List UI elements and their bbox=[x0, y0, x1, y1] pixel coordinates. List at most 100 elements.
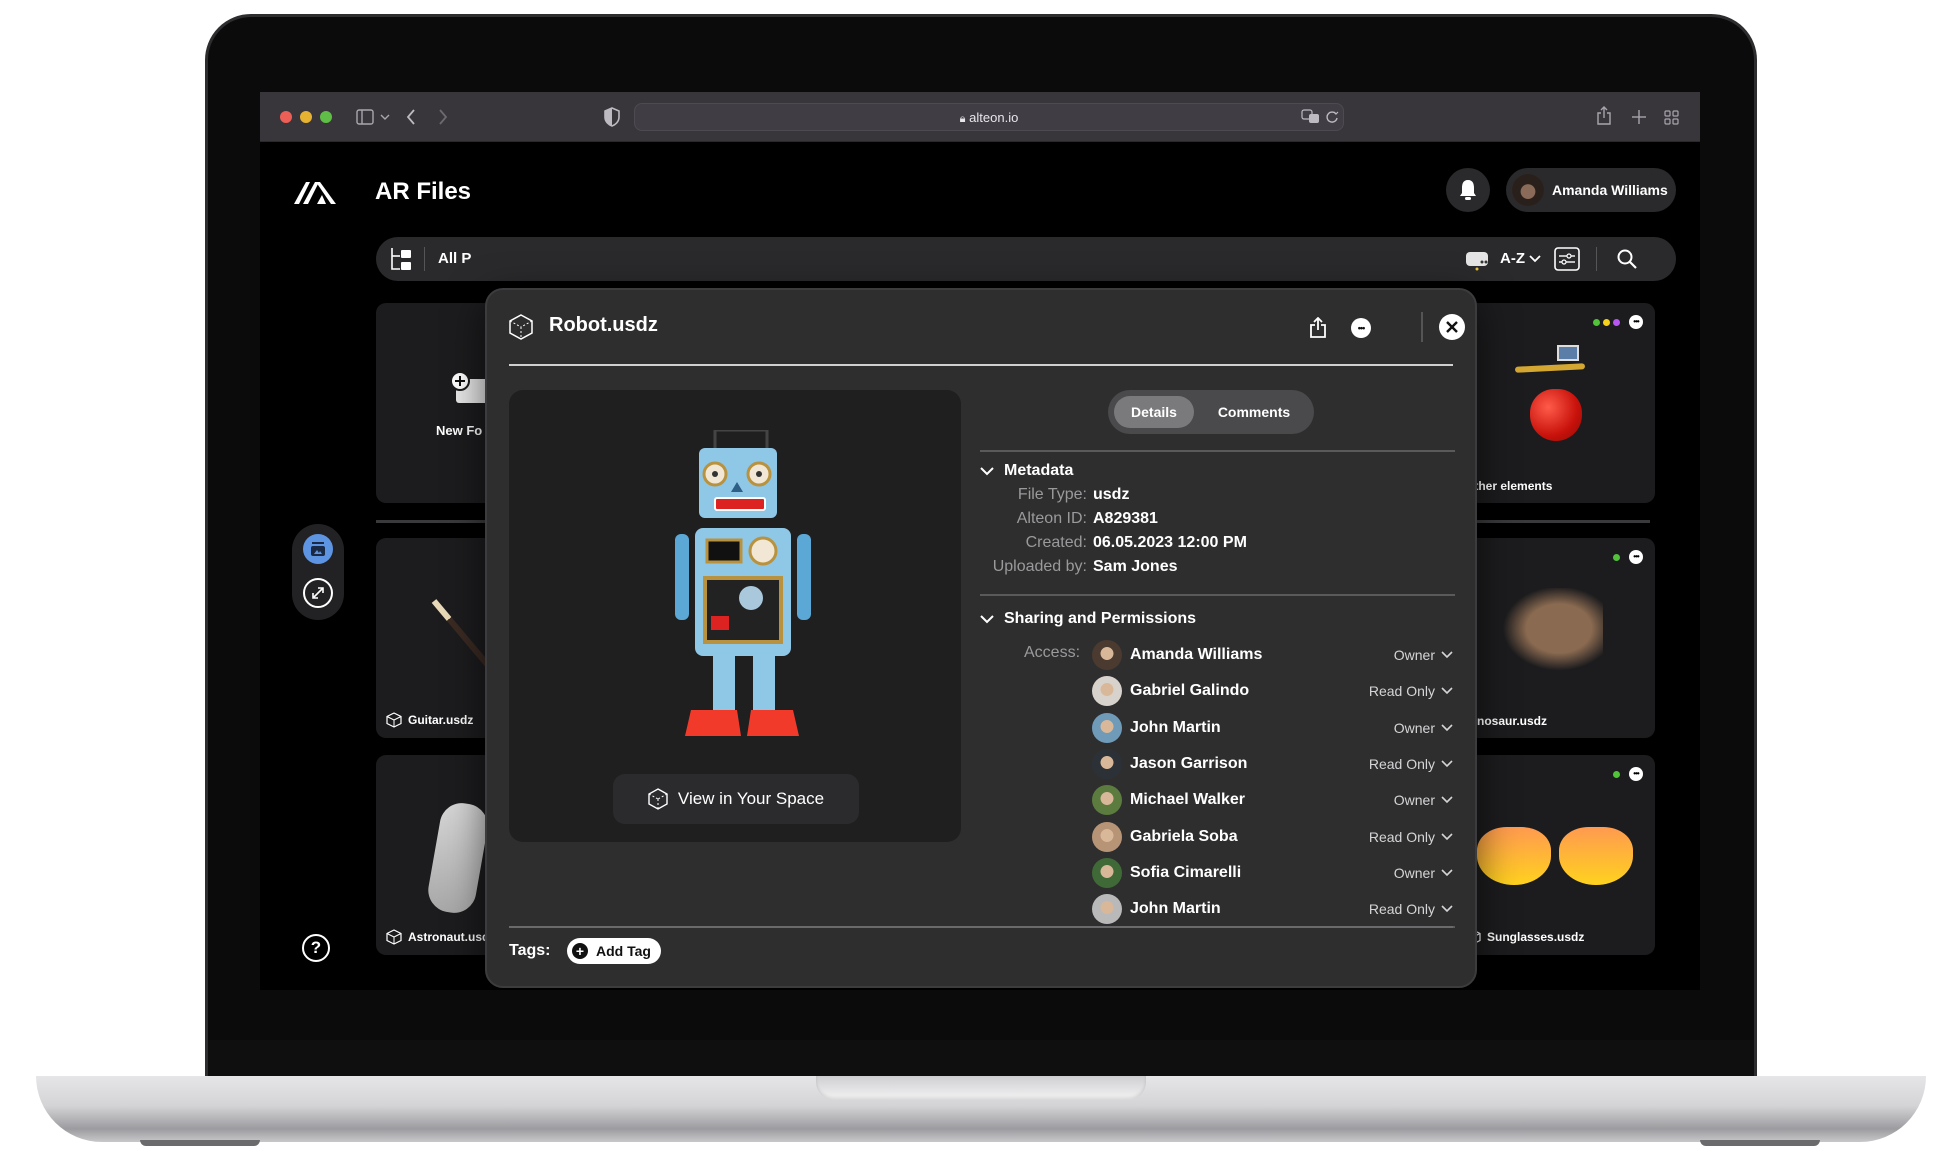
library-button[interactable] bbox=[303, 534, 333, 564]
status-dots: ••• bbox=[1593, 315, 1643, 329]
minimize-window-button[interactable] bbox=[300, 111, 312, 123]
file-card[interactable]: ••• Sunglasses.usdz bbox=[1455, 755, 1655, 955]
folder-tree-icon[interactable] bbox=[390, 247, 412, 271]
user-menu-button[interactable]: Amanda Williams bbox=[1506, 168, 1676, 212]
permission-label: Owner bbox=[1393, 647, 1435, 663]
drive-icon[interactable] bbox=[1464, 249, 1490, 271]
more-options-button[interactable]: ••• bbox=[1629, 550, 1643, 564]
notifications-button[interactable] bbox=[1446, 168, 1490, 212]
sunglasses-lens bbox=[1559, 827, 1633, 885]
chevron-down-icon[interactable] bbox=[380, 113, 390, 121]
sort-dropdown[interactable]: A-Z bbox=[1500, 250, 1541, 267]
shared-user-row: Michael Walker Owner bbox=[1092, 783, 1455, 817]
back-icon[interactable] bbox=[406, 108, 416, 126]
sharing-section-toggle[interactable]: Sharing and Permissions bbox=[980, 610, 1196, 628]
metadata-key: Alteon ID: bbox=[1016, 510, 1087, 527]
url-display[interactable]: 🔒︎ alteon.io bbox=[635, 110, 1343, 126]
view-in-space-label: View in Your Space bbox=[677, 789, 825, 808]
share-button[interactable] bbox=[1307, 316, 1329, 340]
shared-user-row: John Martin Owner bbox=[1092, 711, 1455, 745]
close-window-button[interactable] bbox=[280, 111, 292, 123]
more-options-button[interactable]: ••• bbox=[1629, 315, 1643, 329]
shared-user-row: Gabriel Galindo Read Only bbox=[1092, 674, 1455, 708]
permission-dropdown[interactable]: Read Only bbox=[1369, 829, 1453, 845]
permission-dropdown[interactable]: Owner bbox=[1394, 647, 1453, 663]
ellipsis-icon: ••• bbox=[1357, 323, 1366, 333]
apple-thumbnail bbox=[1530, 389, 1582, 441]
reload-icon[interactable] bbox=[1325, 110, 1339, 124]
sync-button[interactable] bbox=[303, 578, 333, 608]
modal-header: Robot.usdz ••• bbox=[509, 290, 1465, 366]
avatar bbox=[1092, 640, 1122, 670]
filter-settings-icon[interactable] bbox=[1554, 247, 1580, 271]
zoom-window-button[interactable] bbox=[320, 111, 332, 123]
permission-dropdown[interactable]: Owner bbox=[1394, 720, 1453, 736]
chevron-down-icon bbox=[1441, 832, 1453, 840]
model-preview[interactable]: View in Your Space bbox=[509, 390, 961, 842]
close-modal-button[interactable] bbox=[1439, 314, 1465, 340]
add-tag-button[interactable]: + Add Tag bbox=[567, 938, 661, 964]
tab-overview-icon[interactable] bbox=[1664, 110, 1679, 125]
avatar bbox=[1092, 712, 1122, 743]
forward-icon[interactable] bbox=[438, 108, 448, 126]
status-dot bbox=[1613, 770, 1620, 778]
tab-details[interactable]: Details bbox=[1114, 396, 1194, 428]
permission-dropdown[interactable]: Read Only bbox=[1369, 901, 1453, 917]
metadata-value: A829381 bbox=[1093, 510, 1158, 527]
share-icon[interactable] bbox=[1596, 106, 1612, 126]
library-icon bbox=[311, 542, 325, 556]
alteon-logo-icon[interactable] bbox=[294, 176, 338, 204]
status-dot bbox=[1613, 318, 1620, 326]
permission-dropdown[interactable]: Read Only bbox=[1369, 683, 1453, 699]
chevron-down-icon bbox=[1441, 905, 1453, 913]
file-card[interactable]: ••• Dinosaur.usdz bbox=[1455, 538, 1655, 738]
modal-title: Robot.usdz bbox=[549, 314, 658, 336]
chevron-down-icon bbox=[1441, 687, 1453, 695]
avatar bbox=[1092, 821, 1122, 852]
user-name: Amanda Williams bbox=[1130, 646, 1263, 663]
permission-label: Read Only bbox=[1368, 828, 1435, 845]
permission-dropdown[interactable]: Owner bbox=[1394, 865, 1453, 881]
avatar bbox=[1092, 785, 1122, 816]
page-title: AR Files bbox=[375, 178, 472, 205]
card-label: Dinosaur.usdz bbox=[1465, 714, 1548, 728]
help-button[interactable]: ? bbox=[302, 934, 330, 962]
metadata-key: File Type: bbox=[1017, 486, 1087, 503]
app-window: AR Files Amanda Williams All P A-Z ? New… bbox=[260, 142, 1700, 990]
chevron-down-icon bbox=[1529, 254, 1541, 262]
shared-user-row: Gabriela Soba Read Only bbox=[1092, 820, 1455, 854]
more-options-button[interactable]: ••• bbox=[1629, 767, 1643, 781]
new-tab-icon[interactable] bbox=[1632, 110, 1646, 124]
sidebar-icon[interactable] bbox=[356, 109, 374, 125]
metadata-key: Created: bbox=[1025, 534, 1087, 551]
new-folder-icon bbox=[450, 371, 488, 403]
metadata-value: 06.05.2023 12:00 PM bbox=[1093, 534, 1247, 551]
search-icon[interactable] bbox=[1616, 248, 1638, 270]
shield-icon[interactable] bbox=[604, 107, 620, 127]
permission-dropdown[interactable]: Owner bbox=[1394, 792, 1453, 808]
tab-comments[interactable]: Comments bbox=[1204, 396, 1304, 428]
folder-card[interactable]: ••• Other elements bbox=[1455, 303, 1655, 503]
chevron-down-icon bbox=[1441, 869, 1453, 876]
laptop-foot bbox=[1700, 1140, 1820, 1146]
address-bar[interactable]: 🔒︎ alteon.io bbox=[634, 103, 1344, 131]
user-name: Amanda Williams bbox=[1552, 182, 1668, 198]
shared-user-row: Sofia Cimarelli Owner bbox=[1092, 856, 1455, 890]
arrows-exchange-icon bbox=[312, 587, 324, 599]
translate-icon[interactable] bbox=[1301, 109, 1321, 125]
avatar bbox=[1512, 174, 1544, 206]
view-in-your-space-button[interactable]: View in Your Space bbox=[613, 774, 859, 824]
metadata-section-toggle[interactable]: Metadata bbox=[980, 462, 1073, 480]
astronaut-thumbnail bbox=[424, 799, 492, 917]
divider bbox=[980, 594, 1455, 596]
more-options-button[interactable]: ••• bbox=[1351, 318, 1371, 338]
permission-label: Owner bbox=[1393, 864, 1435, 881]
filter-bar: All P A-Z bbox=[376, 237, 1676, 281]
metadata-value: Sam Jones bbox=[1093, 558, 1178, 575]
scope-dropdown[interactable]: All P bbox=[438, 250, 471, 267]
sort-label: A-Z bbox=[1500, 250, 1525, 267]
permission-dropdown[interactable]: Read Only bbox=[1369, 756, 1453, 772]
pencil-thumbnail bbox=[1514, 363, 1586, 373]
permission-label: Owner bbox=[1393, 719, 1435, 736]
divider bbox=[980, 450, 1455, 452]
